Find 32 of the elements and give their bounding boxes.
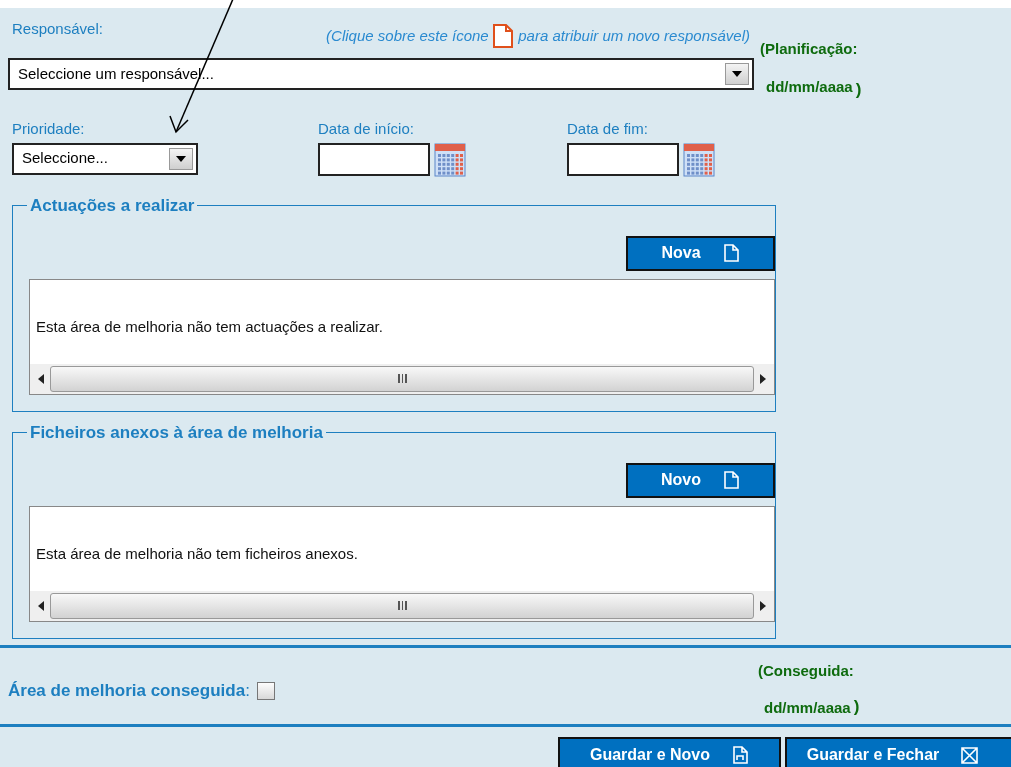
achieved-checkbox[interactable] [257,681,276,700]
new-document-icon [723,471,740,489]
document-icon[interactable] [492,24,515,48]
closing-parenthesis: ) [855,78,862,101]
new-button[interactable]: Nova [626,235,775,271]
hint-text: (Clique sobre este ícone [326,25,489,46]
new-document-icon [722,244,740,262]
calendar-icon[interactable] [682,142,715,177]
closing-parenthesis: ) [853,696,860,718]
field-label: Data de fim: [567,119,649,139]
checkbox-label: Área de melhoria conseguida: [8,679,250,702]
horizontal-scrollbar[interactable] [30,363,774,394]
achieved-label: (Conseguida: [758,660,855,681]
save-document-icon [732,745,749,764]
empty-message: Esta área de melhoria não tem actuações a realizar. [35,317,384,338]
hint-text: para atribuir um novo responsável) [518,25,750,46]
priority-select[interactable]: Seleccione... [12,142,198,175]
planning-date: dd/mm/aaaa [766,76,853,97]
field-label: Prioridade: [12,119,86,139]
envelope-icon [961,745,979,764]
calendar-icon[interactable] [433,142,466,177]
planning-label: (Planificação: [760,39,859,59]
field-label: Responsável: [12,19,103,39]
save-button[interactable]: Guardar e Fechar [784,736,1011,767]
empty-message: Esta área de melhoria não tem ficheiros anexos. [35,544,359,565]
date-field[interactable] [318,143,430,176]
field-label: Data de início: [318,119,415,139]
save-button[interactable]: Guardar e Novo [558,736,781,767]
date-field[interactable] [567,143,679,176]
achieved-date: dd/mm/aaaa [764,698,851,718]
horizontal-scrollbar[interactable] [30,590,774,621]
new-button[interactable]: Novo [626,462,775,498]
